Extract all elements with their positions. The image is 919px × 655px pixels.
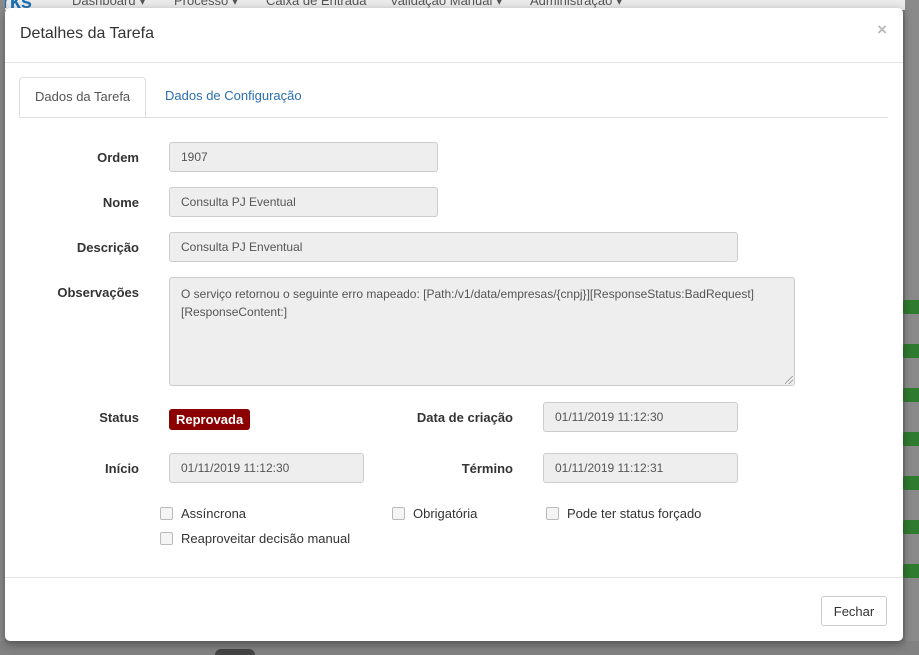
close-button[interactable]: Fechar bbox=[821, 596, 887, 626]
observacoes-text: O serviço retornou o seguinte erro mapea… bbox=[181, 287, 755, 319]
termino-label: Término bbox=[461, 461, 513, 476]
data-criacao-label: Data de criação bbox=[416, 410, 513, 425]
reaproveitar-decisao-label: Reaproveitar decisão manual bbox=[181, 531, 351, 546]
background-bottom-row bbox=[0, 641, 919, 655]
status-badge: Reprovada bbox=[169, 409, 251, 430]
modal-header: Detalhes da Tarefa × bbox=[5, 8, 903, 63]
obrigatoria-checkbox[interactable]: Obrigatória bbox=[392, 506, 477, 521]
nome-label: Nome bbox=[102, 195, 139, 210]
data-criacao-field[interactable]: 01/11/2019 11:12:30 bbox=[543, 402, 738, 432]
ordem-label: Ordem bbox=[97, 150, 139, 165]
pode-ter-status-forcado-checkbox[interactable]: Pode ter status forçado bbox=[546, 506, 701, 521]
assincrona-checkbox[interactable]: Assíncrona bbox=[160, 506, 246, 521]
termino-field[interactable]: 01/11/2019 11:12:31 bbox=[543, 453, 738, 483]
tab-dados-da-tarefa[interactable]: Dados da Tarefa bbox=[19, 77, 147, 117]
modal-footer: Fechar bbox=[5, 577, 903, 642]
tab-bar: Dados da Tarefa Dados de Configuração bbox=[19, 77, 888, 118]
background-status-badge bbox=[903, 432, 919, 446]
inicio-label: Início bbox=[105, 461, 139, 476]
inicio-field[interactable]: 01/11/2019 11:12:30 bbox=[169, 453, 364, 483]
assincrona-label: Assíncrona bbox=[181, 506, 247, 521]
ordem-field[interactable]: 1907 bbox=[169, 142, 438, 172]
task-details-modal: Detalhes da Tarefa × Dados da Tarefa Dad… bbox=[5, 8, 903, 641]
tab-dados-de-configuracao[interactable]: Dados de Configuração bbox=[150, 77, 317, 117]
status-label: Status bbox=[99, 410, 139, 425]
background-right-strip bbox=[905, 0, 919, 655]
nome-field[interactable]: Consulta PJ Eventual bbox=[169, 187, 438, 217]
checkbox-box-icon[interactable] bbox=[546, 507, 559, 520]
background-status-badge bbox=[903, 476, 919, 490]
modal-title: Detalhes da Tarefa bbox=[20, 25, 155, 42]
background-status-badge bbox=[903, 388, 919, 402]
observacoes-textarea[interactable]: O serviço retornou o seguinte erro mapea… bbox=[169, 277, 795, 386]
checkbox-box-icon[interactable] bbox=[160, 532, 173, 545]
descricao-label: Descrição bbox=[76, 240, 139, 255]
checkbox-box-icon[interactable] bbox=[392, 507, 405, 520]
descricao-field[interactable]: Consulta PJ Enventual bbox=[169, 232, 738, 262]
resize-handle-icon[interactable] bbox=[785, 376, 793, 384]
background-status-badge bbox=[903, 520, 919, 534]
pode-ter-status-forcado-label: Pode ter status forçado bbox=[567, 506, 702, 521]
background-status-badge bbox=[903, 564, 919, 578]
reaproveitar-decisao-checkbox[interactable]: Reaproveitar decisão manual bbox=[160, 531, 350, 546]
background-menu-caixa: Caixa de Entrada bbox=[266, 0, 367, 8]
obrigatoria-label: Obrigatória bbox=[413, 506, 478, 521]
background-status-badge bbox=[903, 344, 919, 358]
observacoes-label: Observações bbox=[57, 285, 139, 300]
background-pill bbox=[215, 649, 255, 655]
checkbox-box-icon[interactable] bbox=[160, 507, 173, 520]
background-status-badge bbox=[903, 300, 919, 314]
close-icon[interactable]: × bbox=[877, 20, 887, 40]
